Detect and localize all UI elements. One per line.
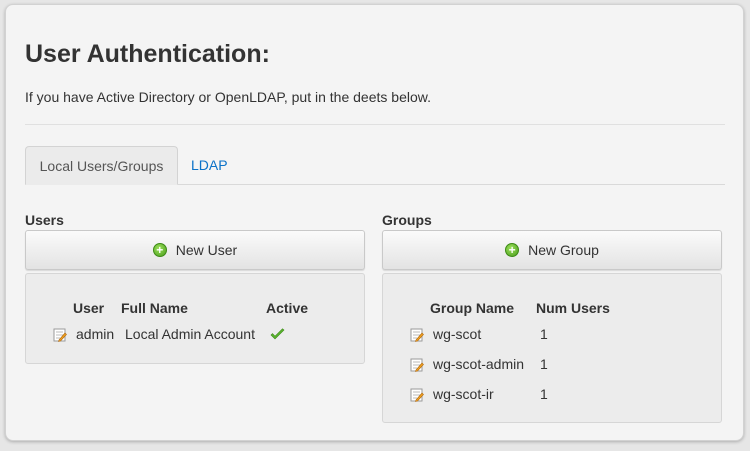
new-user-label: New User xyxy=(175,242,238,258)
edit-note-icon[interactable] xyxy=(410,358,424,372)
user-full-name: Local Admin Account xyxy=(125,326,255,342)
divider xyxy=(25,124,725,125)
groups-col-group-name: Group Name xyxy=(430,300,515,316)
plus-circle-icon: + xyxy=(152,243,167,257)
groups-col-num-users: Num Users xyxy=(536,300,610,316)
group-num-users: 1 xyxy=(540,326,548,342)
group-num-users: 1 xyxy=(540,356,548,372)
group-name: wg-scot xyxy=(433,326,482,342)
page-subtitle: If you have Active Directory or OpenLDAP… xyxy=(25,89,431,105)
auth-panel: User Authentication: If you have Active … xyxy=(5,4,744,441)
users-col-user: User xyxy=(73,300,105,316)
edit-note-icon[interactable] xyxy=(410,388,424,402)
edit-note-icon[interactable] xyxy=(53,328,67,342)
users-col-full-name: Full Name xyxy=(121,300,188,316)
tab-local-users-groups[interactable]: Local Users/Groups xyxy=(25,146,178,185)
groups-table: Group Name Num Users wg-scot 1 wg-scot-a… xyxy=(382,273,722,423)
groups-section-label: Groups xyxy=(382,212,432,228)
users-table: User Full Name Active admin Local Admin … xyxy=(25,273,365,364)
group-num-users: 1 xyxy=(540,386,548,402)
plus-circle-icon: + xyxy=(505,243,520,257)
users-section-label: Users xyxy=(25,212,64,228)
users-col-active: Active xyxy=(266,300,309,316)
checkmark-icon xyxy=(270,328,285,340)
tab-ldap[interactable]: LDAP xyxy=(191,146,228,184)
edit-note-icon[interactable] xyxy=(410,328,424,342)
new-group-button[interactable]: + New Group xyxy=(382,230,722,270)
new-group-label: New Group xyxy=(528,242,599,258)
group-name: wg-scot-ir xyxy=(433,386,494,402)
user-name: admin xyxy=(76,326,115,342)
new-user-button[interactable]: + New User xyxy=(25,230,365,270)
tab-bar: Local Users/Groups LDAP xyxy=(25,146,725,185)
page-title: User Authentication: xyxy=(25,40,270,68)
group-name: wg-scot-admin xyxy=(433,356,525,372)
